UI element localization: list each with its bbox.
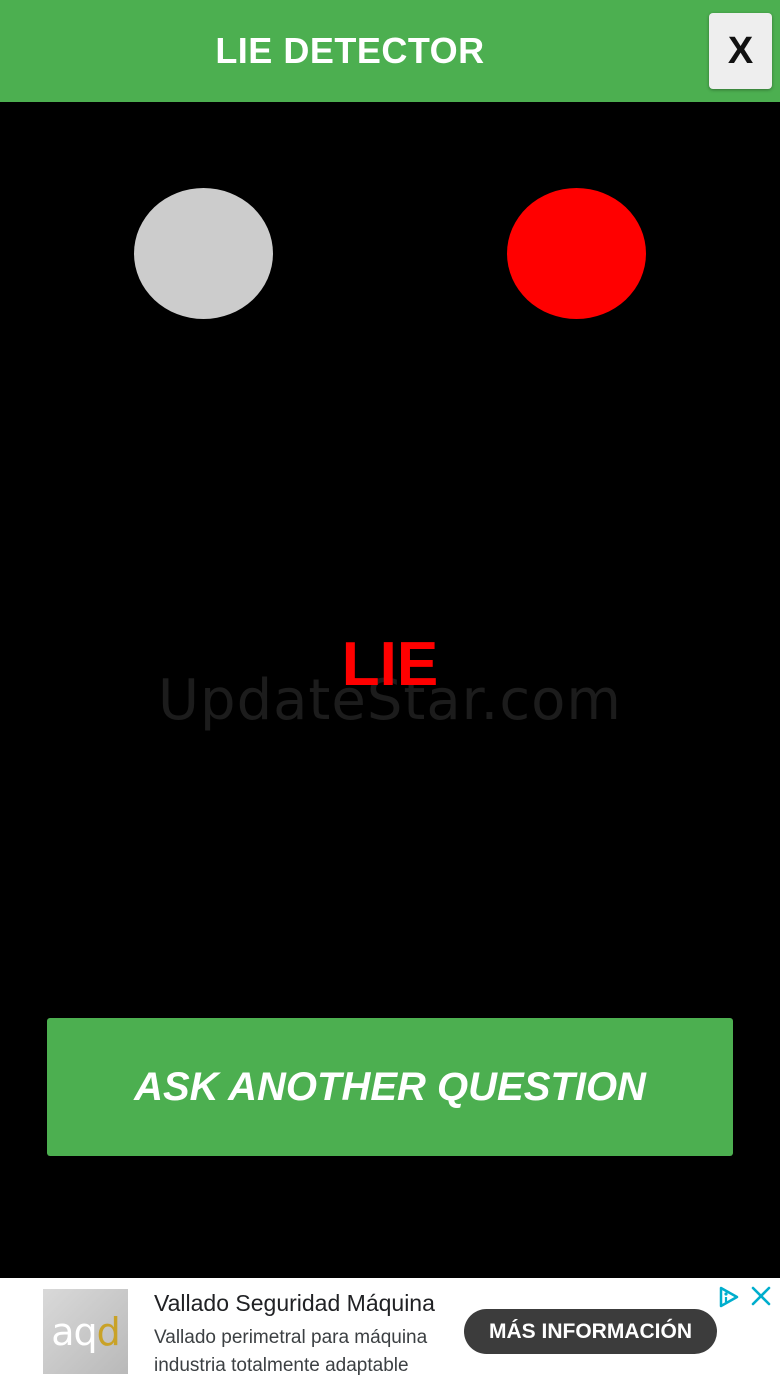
ad-logo-text: aqd	[51, 1309, 121, 1354]
adchoices-icon[interactable]	[716, 1285, 742, 1309]
truth-indicator-light	[134, 188, 273, 319]
ad-banner[interactable]: aqd Vallado Seguridad Máquina Vallado pe…	[0, 1278, 780, 1386]
close-button[interactable]: X	[709, 13, 772, 89]
app-screen: LIE DETECTOR X UpdateStar.com LIE ASK AN…	[0, 0, 780, 1386]
close-icon[interactable]	[749, 1284, 773, 1308]
ad-title[interactable]: Vallado Seguridad Máquina	[154, 1290, 435, 1317]
result-text: LIE	[341, 630, 439, 699]
page-title: LIE DETECTOR	[215, 30, 485, 71]
ad-description: Vallado perimetral para máquina industri…	[154, 1327, 428, 1376]
ask-another-question-button[interactable]: ASK ANOTHER QUESTION	[47, 1018, 733, 1156]
lie-indicator-light	[507, 188, 646, 319]
ad-logo[interactable]: aqd	[43, 1289, 128, 1374]
header-bar: LIE DETECTOR X	[0, 0, 780, 102]
ad-more-info-button[interactable]: MÁS INFORMACIÓN	[464, 1309, 717, 1354]
